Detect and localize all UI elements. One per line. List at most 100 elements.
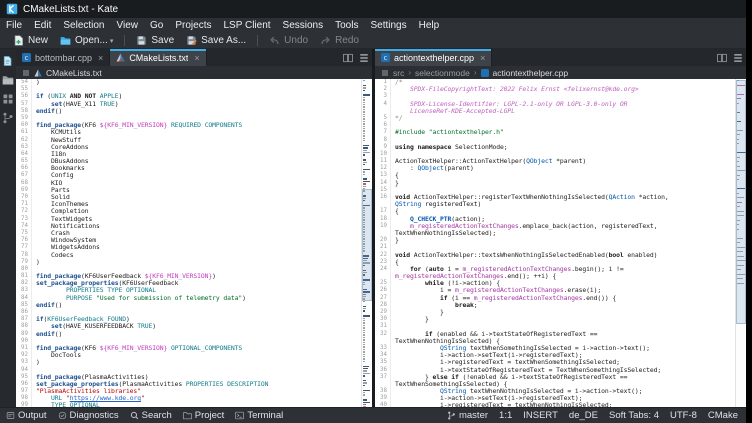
menu-item[interactable]: Edit xyxy=(28,18,57,33)
breadcrumb-item[interactable]: src xyxy=(393,68,404,78)
line-number[interactable]: 2 xyxy=(375,86,391,93)
tab-actiontexthelper-cpp[interactable]: C actiontexthelper.cpp × xyxy=(375,49,492,66)
line-number[interactable]: 68 xyxy=(16,180,32,187)
line-number[interactable]: 91 xyxy=(16,345,32,352)
line-number[interactable]: 6 xyxy=(375,122,391,129)
save-as-button[interactable]: Save As... xyxy=(181,34,251,47)
right-editor[interactable]: 1 /* 2 SPDX-FileCopyrightText: 2022 Feli… xyxy=(375,79,746,407)
tab-bottombar-cpp[interactable]: C bottombar.cpp × xyxy=(16,49,110,66)
line-number[interactable]: 55 xyxy=(16,86,32,93)
undo-button[interactable]: Undo xyxy=(264,34,313,47)
line-number[interactable]: 58 xyxy=(16,108,32,115)
line-number[interactable]: 62 xyxy=(16,137,32,144)
line-number[interactable]: 18 xyxy=(375,216,391,223)
line-number[interactable]: 15 xyxy=(375,187,391,194)
search-toggle[interactable]: Search xyxy=(130,410,172,421)
line-number[interactable]: 70 xyxy=(16,194,32,201)
line-number[interactable]: 97 xyxy=(16,388,32,395)
breadcrumb-item[interactable]: actiontexthelper.cpp xyxy=(493,68,569,78)
line-number[interactable]: 87 xyxy=(16,316,32,323)
line-number[interactable]: 64 xyxy=(16,151,32,158)
projects-panel-icon[interactable] xyxy=(2,92,14,104)
line-number[interactable]: 37 xyxy=(375,374,391,381)
line-number[interactable]: 83 xyxy=(16,287,32,294)
line-number[interactable]: 57 xyxy=(16,101,32,108)
line-number[interactable]: 65 xyxy=(16,158,32,165)
documents-panel-icon[interactable] xyxy=(2,54,14,66)
project-toggle[interactable]: Project xyxy=(183,410,225,421)
split-view-button[interactable] xyxy=(340,49,356,66)
new-button[interactable]: New xyxy=(8,34,53,47)
line-number[interactable]: 74 xyxy=(16,223,32,230)
line-number[interactable]: 79 xyxy=(16,259,32,266)
line-number[interactable]: 29 xyxy=(375,309,391,316)
line-number[interactable]: 22 xyxy=(375,252,391,259)
titlebar[interactable]: CMakeLists.txt - Kate xyxy=(0,0,746,18)
encoding[interactable]: UTF-8 xyxy=(670,410,697,421)
line-number[interactable]: 72 xyxy=(16,208,32,215)
line-number[interactable]: 30 xyxy=(375,316,391,323)
line-number[interactable]: 14 xyxy=(375,180,391,187)
line-number[interactable]: 92 xyxy=(16,352,32,359)
line-number[interactable] xyxy=(375,201,391,208)
redo-button[interactable]: Redo xyxy=(315,34,364,47)
line-number[interactable]: 88 xyxy=(16,323,32,330)
menu-item[interactable]: File xyxy=(0,18,28,33)
syntax-mode[interactable]: CMake xyxy=(708,410,738,421)
line-number[interactable]: 28 xyxy=(375,302,391,309)
terminal-toggle[interactable]: Terminal xyxy=(235,410,283,421)
line-number[interactable]: 7 xyxy=(375,129,391,136)
line-number[interactable]: 17 xyxy=(375,208,391,215)
line-number[interactable] xyxy=(375,230,391,237)
line-number[interactable]: 24 xyxy=(375,266,391,273)
line-number[interactable]: 13 xyxy=(375,172,391,179)
line-number[interactable]: 89 xyxy=(16,331,32,338)
line-number[interactable]: 77 xyxy=(16,244,32,251)
close-icon[interactable]: × xyxy=(96,53,103,63)
line-number[interactable]: 61 xyxy=(16,129,32,136)
left-code-lines[interactable]: 54 ) 55 56 if (UNIX AND NOT APPLE) xyxy=(16,79,361,407)
tab-overview-button[interactable] xyxy=(730,49,746,66)
line-number[interactable]: 12 xyxy=(375,165,391,172)
line-number[interactable]: 84 xyxy=(16,295,32,302)
line-number[interactable]: 56 xyxy=(16,93,32,100)
line-number[interactable]: 96 xyxy=(16,381,32,388)
line-number[interactable]: 39 xyxy=(375,395,391,402)
line-number[interactable] xyxy=(375,273,391,280)
line-number[interactable]: 73 xyxy=(16,216,32,223)
line-number[interactable]: 19 xyxy=(375,223,391,230)
line-number[interactable]: 95 xyxy=(16,374,32,381)
line-number[interactable]: 21 xyxy=(375,244,391,251)
left-editor[interactable]: 54 ) 55 56 if (UNIX AND NOT APPLE) xyxy=(16,79,372,407)
tab-settings[interactable]: Soft Tabs: 4 xyxy=(609,410,659,421)
hamburger-icon[interactable] xyxy=(381,69,389,77)
line-number[interactable]: 5 xyxy=(375,115,391,122)
line-number[interactable]: 8 xyxy=(375,137,391,144)
split-view-button[interactable] xyxy=(714,49,730,66)
line-number[interactable]: 1 xyxy=(375,79,391,86)
line-number[interactable] xyxy=(375,338,391,345)
right-minimap-scrollbar[interactable] xyxy=(735,79,746,407)
hamburger-icon[interactable] xyxy=(22,69,30,77)
line-number[interactable]: 25 xyxy=(375,280,391,287)
line-number[interactable]: 4 xyxy=(375,101,391,108)
menu-item[interactable]: Selection xyxy=(57,18,110,33)
line-number[interactable]: 63 xyxy=(16,144,32,151)
line-number[interactable]: 67 xyxy=(16,172,32,179)
close-icon[interactable]: × xyxy=(192,53,199,63)
git-panel-icon[interactable] xyxy=(2,111,14,123)
line-number[interactable]: 54 xyxy=(16,79,32,86)
menu-item[interactable]: View xyxy=(111,18,145,33)
line-number[interactable]: 78 xyxy=(16,252,32,259)
line-number[interactable] xyxy=(375,108,391,115)
line-number[interactable]: 66 xyxy=(16,165,32,172)
dictionary[interactable]: de_DE xyxy=(569,410,598,421)
diagnostics-toggle[interactable]: Diagnostics xyxy=(58,410,119,421)
line-number[interactable]: 35 xyxy=(375,359,391,366)
line-number[interactable]: 16 xyxy=(375,194,391,201)
line-number[interactable]: 81 xyxy=(16,273,32,280)
line-number[interactable]: 10 xyxy=(375,151,391,158)
line-number[interactable]: 32 xyxy=(375,331,391,338)
menu-item[interactable]: Tools xyxy=(329,18,364,33)
line-number[interactable]: 93 xyxy=(16,359,32,366)
